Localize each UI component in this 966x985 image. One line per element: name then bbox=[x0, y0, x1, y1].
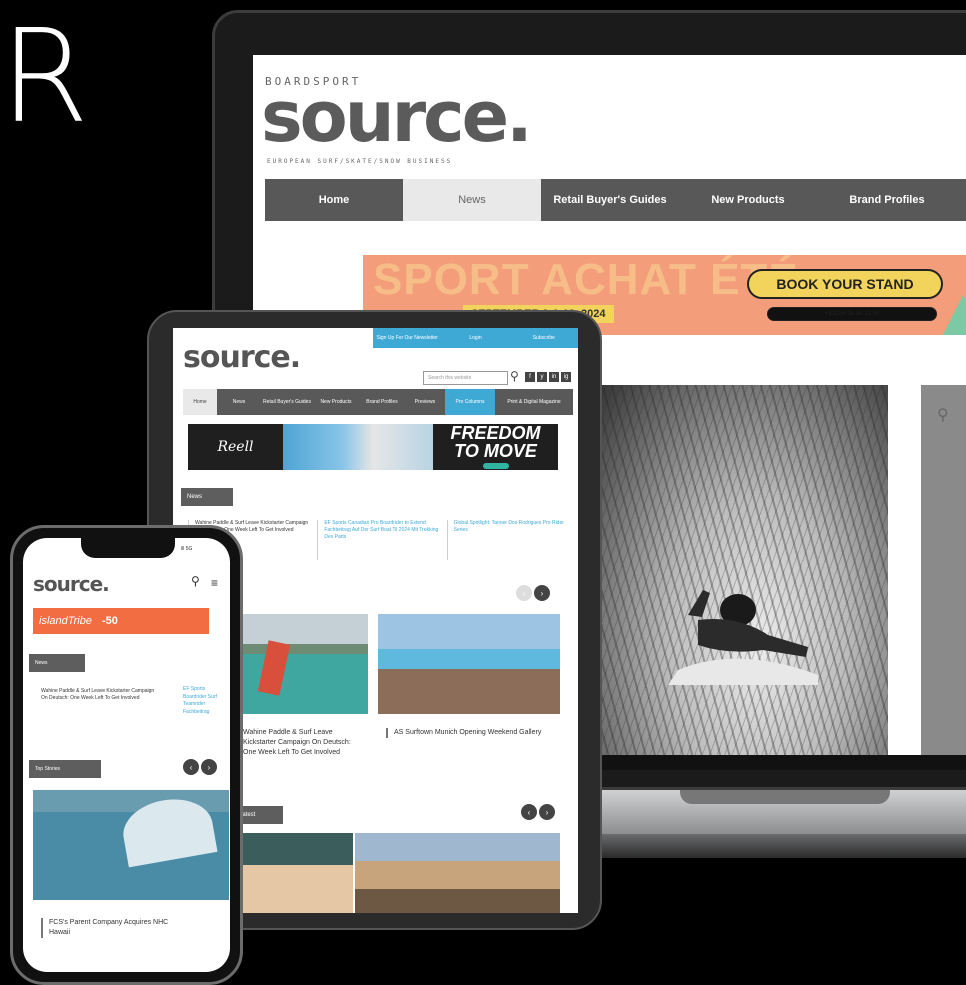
tablet-main-nav: Home News Retail Buyer's Guides New Prod… bbox=[183, 389, 573, 415]
latest-image-2[interactable] bbox=[355, 833, 560, 913]
tab-nav-previews[interactable]: Previews bbox=[405, 389, 445, 415]
ad-cta-pill bbox=[482, 462, 509, 469]
ticker-item[interactable]: EF Sports Canadian Pro Boardrider to Ext… bbox=[317, 520, 438, 560]
nav-item-brand-profiles[interactable]: Brand Profiles bbox=[817, 179, 957, 221]
story-title[interactable]: Wahine Paddle & Surf Leave Kickstarter C… bbox=[235, 728, 363, 758]
news-ticker: Wahine Paddle & Surf Leave Kickstarter C… bbox=[188, 520, 568, 560]
laptop-notch bbox=[680, 790, 890, 804]
snow-trees-texture bbox=[598, 385, 888, 755]
chevron-left-icon[interactable]: ‹ bbox=[183, 759, 199, 775]
carousel-controls: ‹ › bbox=[516, 585, 550, 601]
side-panel: ⚲ bbox=[921, 385, 966, 755]
tab-nav-brand-profiles[interactable]: Brand Profiles bbox=[359, 389, 405, 415]
nav-item-new-products[interactable]: New Products bbox=[679, 179, 817, 221]
tab-nav-retail-buyers-guides[interactable]: Retail Buyer's Guides bbox=[261, 389, 313, 415]
story-title[interactable]: FCS's Parent Company Acquires NHC Hawaii bbox=[41, 918, 189, 938]
story-title[interactable]: AS Surftown Munich Opening Weekend Galle… bbox=[386, 728, 554, 738]
linkedin-icon[interactable]: in bbox=[549, 372, 559, 382]
wave-shape bbox=[118, 792, 218, 868]
youtube-icon[interactable]: y bbox=[537, 372, 547, 382]
instagram-icon[interactable]: ig bbox=[561, 372, 571, 382]
tablet-ad-banner[interactable]: Reell FREEDOM TO MOVE bbox=[188, 424, 558, 470]
ad-photo bbox=[283, 424, 433, 470]
story-image-wave[interactable] bbox=[33, 790, 229, 900]
nav-item-news[interactable]: News bbox=[403, 179, 541, 221]
social-links: f y in ig bbox=[525, 372, 571, 382]
main-nav: Home News Retail Buyer's Guides New Prod… bbox=[265, 179, 966, 221]
story-image-foil[interactable] bbox=[233, 614, 368, 714]
ticker-item[interactable]: EF Sports Boardrider Surf Teamrider Fach… bbox=[183, 686, 223, 716]
chevron-right-icon[interactable]: › bbox=[201, 759, 217, 775]
banner-title: SPORT ACHAT ÉTÉ bbox=[373, 255, 799, 304]
news-section-label: News bbox=[29, 654, 85, 672]
ad-slogan-line1: FREEDOM bbox=[450, 423, 541, 444]
hero-letter: R bbox=[0, 3, 89, 152]
nav-item-retail-buyers-guides[interactable]: Retail Buyer's Guides bbox=[541, 179, 679, 221]
search-icon[interactable]: ⚲ bbox=[510, 369, 519, 383]
tab-nav-home[interactable]: Home bbox=[183, 389, 217, 415]
ad-brand-reell: Reell bbox=[188, 424, 283, 470]
phone-notch bbox=[81, 538, 175, 558]
tab-nav-news[interactable]: News bbox=[217, 389, 261, 415]
ticker-item[interactable]: Global Spotlight: Tanner Dos Rodrigues P… bbox=[446, 520, 568, 560]
ticker-item[interactable]: Wahine Paddle & Surf Leave Kickstarter C… bbox=[41, 688, 156, 702]
ad-discount: -50 bbox=[102, 615, 118, 627]
tab-nav-print-digital[interactable]: Print & Digital Magazine bbox=[495, 389, 573, 415]
ad-slogan-line2: TO MOVE bbox=[454, 440, 537, 461]
hero-photo-snowboarder[interactable] bbox=[598, 385, 888, 755]
nav-item-home[interactable]: Home bbox=[265, 179, 403, 221]
phone-screen: ill 5G source. ⚲ ≡ islandTribe -50 News … bbox=[23, 538, 230, 972]
tablet-topbar: Sign Up For Our Newsletter Login Subscri… bbox=[373, 328, 578, 348]
foil-board bbox=[257, 640, 291, 696]
status-bar: ill 5G bbox=[181, 546, 193, 552]
search-icon[interactable]: ⚲ bbox=[191, 574, 200, 588]
snowboarder-figure bbox=[668, 590, 818, 685]
chevron-right-icon[interactable]: › bbox=[539, 804, 555, 820]
chevron-left-icon[interactable]: ‹ bbox=[516, 585, 532, 601]
banner-decor-triangle bbox=[943, 295, 966, 335]
site-tagline: EUROPEAN SURF/SKATE/SNOW BUSINESS bbox=[267, 158, 453, 165]
tab-nav-new-products[interactable]: New Products bbox=[313, 389, 359, 415]
phone-ad-banner[interactable]: islandTribe -50 bbox=[33, 608, 209, 634]
ad-slogan: FREEDOM TO MOVE bbox=[433, 424, 558, 470]
tablet-search-input[interactable]: Search this website bbox=[423, 371, 508, 385]
chevron-left-icon[interactable]: ‹ bbox=[521, 804, 537, 820]
site-logo[interactable]: source. bbox=[261, 79, 533, 156]
search-icon[interactable]: ⚲ bbox=[937, 405, 949, 425]
facebook-icon[interactable]: f bbox=[525, 372, 535, 382]
ad-brand: islandTribe bbox=[39, 615, 92, 627]
carousel-controls: ‹ › bbox=[183, 759, 217, 775]
menu-icon[interactable]: ≡ bbox=[211, 576, 218, 590]
newsletter-link[interactable]: Sign Up For Our Newsletter bbox=[373, 328, 441, 348]
tablet-site-logo[interactable]: source. bbox=[183, 340, 301, 375]
news-section-label: News bbox=[181, 488, 233, 506]
top-stories-label: Top Stories bbox=[29, 760, 101, 778]
story-image-surftown[interactable] bbox=[378, 614, 560, 714]
chevron-right-icon[interactable]: › bbox=[534, 585, 550, 601]
subscribe-link[interactable]: Subscribe bbox=[510, 328, 578, 348]
phone-mockup: ill 5G source. ⚲ ≡ islandTribe -50 News … bbox=[10, 525, 243, 985]
tab-nav-pro-columns[interactable]: Pro Columns bbox=[445, 389, 495, 415]
phone-site-logo[interactable]: source. bbox=[33, 572, 110, 596]
banner-phone: +33(0)4 38 38 23 50 bbox=[767, 307, 937, 321]
login-link[interactable]: Login bbox=[441, 328, 509, 348]
latest-image-1[interactable] bbox=[233, 833, 353, 913]
book-stand-button[interactable]: BOOK YOUR STAND bbox=[747, 269, 943, 299]
carousel-controls-2: ‹ › bbox=[521, 804, 555, 820]
